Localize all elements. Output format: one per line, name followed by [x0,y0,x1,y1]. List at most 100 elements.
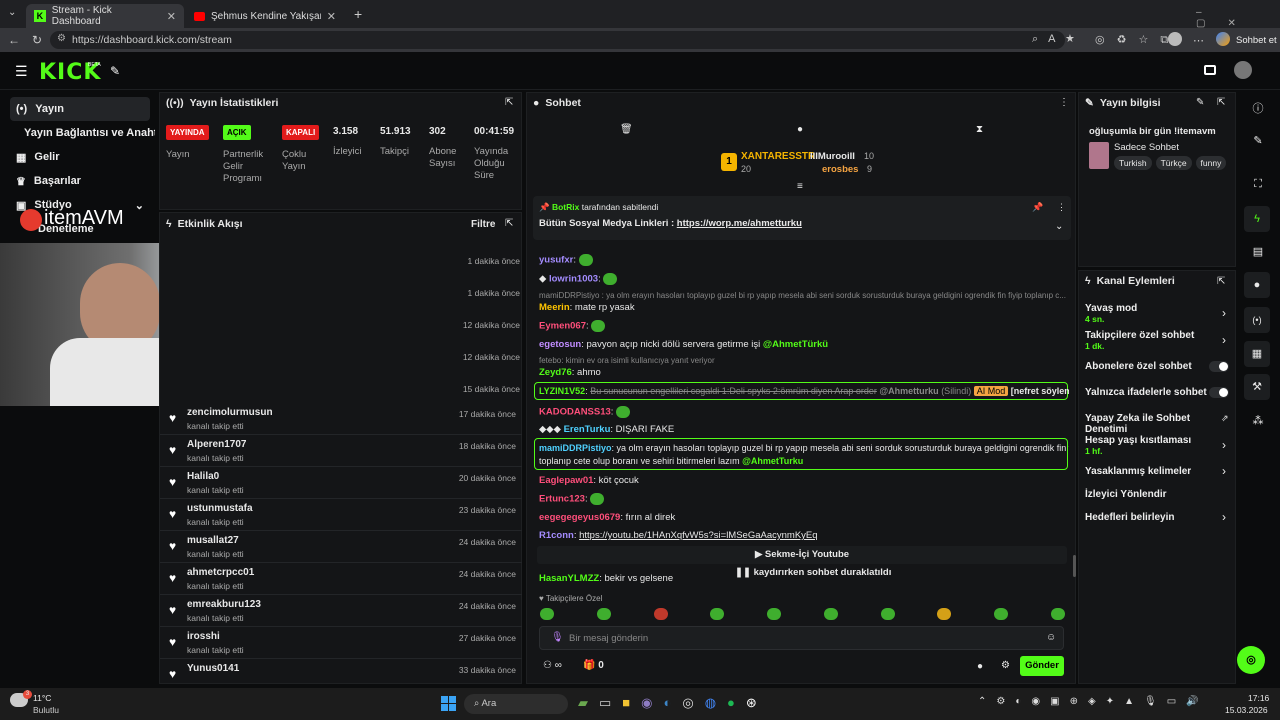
action-slow-mode[interactable]: Yavaş mod 4 sn. [1085,303,1230,324]
url-field[interactable]: https://dashboard.kick.com/stream [50,31,1065,49]
gear-icon[interactable]: ⚙ [1001,660,1010,671]
feed-rail-icon[interactable]: ▦ [1244,341,1270,367]
window-controls[interactable]: –▢✕ [1196,7,1280,29]
popout-icon[interactable]: ⇱ [505,97,513,108]
tab-kick-dashboard[interactable]: K Stream - Kick Dashboard ✕ [26,4,184,28]
pinned-link[interactable]: https://worp.me/ahmetturku [677,218,802,229]
chat-menu-icon[interactable]: ⋮ [1059,97,1069,108]
feed-user[interactable]: zencimolurmusun [187,407,273,418]
leader-third-name[interactable]: erosbes [822,164,858,175]
chat-paused-notice[interactable]: ❚❚ kaydırırken sohbet duraklatıldı [735,567,891,578]
chat-scrollbar[interactable] [1073,555,1076,577]
close-tab-icon[interactable]: ✕ [327,10,336,23]
back-icon[interactable]: ← [8,33,20,47]
gift-counter[interactable]: 🎁 0 [583,660,604,671]
tag[interactable]: Turkish [1114,156,1152,170]
action-ai-moderation[interactable]: Yapay Zeka ile Sohbet Denetimi [1085,413,1235,435]
emote-icon[interactable] [823,608,838,620]
chat-user[interactable]: Eaglepaw01 [539,475,593,486]
chat-mention[interactable]: @AhmetTurku [742,456,803,466]
tray-app-icon[interactable]: ⚙ [996,696,1005,707]
studio-icon[interactable] [1204,65,1216,75]
category-thumbnail[interactable] [1089,142,1109,169]
chat-user[interactable]: lowrin1003 [549,274,598,285]
weather-temp[interactable]: 11°C [33,693,51,703]
clock-time[interactable]: 17:16 [1248,693,1269,703]
emote-icon[interactable] [1050,608,1065,620]
filter-button[interactable]: Filtre [471,219,495,230]
trash-icon[interactable]: 🗑 [620,124,633,135]
chevron-right-icon[interactable]: › [1222,510,1226,524]
folder-icon[interactable]: ■ [622,695,630,711]
leader-second-name[interactable]: IlIMurooiII [810,151,855,162]
tray-chevron-icon[interactable]: ⌃ [978,696,986,707]
action-followers-only[interactable]: Takipçilere özel sohbet 1 dk. [1085,330,1230,351]
emote-icon[interactable] [710,608,725,620]
tray-app-icon[interactable]: ◈ [1088,696,1096,707]
pinned-by-user[interactable]: BotRix [552,202,579,212]
tab-list-icon[interactable]: ⌄ [8,7,16,18]
help-button-icon[interactable]: ◎ [1237,646,1265,674]
site-info-icon[interactable]: ⚙ [57,33,66,44]
popout-icon[interactable]: ⇱ [505,218,513,229]
chat-rail-icon[interactable]: ● [1244,272,1270,298]
hourglass-icon[interactable]: ⧗ [976,124,983,135]
feed-user[interactable]: musallat27 [187,535,239,546]
taskview-icon[interactable]: ▭ [599,695,611,711]
emote-icon[interactable] [880,608,895,620]
more-menu-icon[interactable]: ⋯ [1193,34,1204,47]
youtube-embed-button[interactable]: ▶ Sekme-İçi Youtube [537,546,1067,564]
windows-start-icon[interactable] [441,696,456,711]
tray-app-icon[interactable]: ✦ [1106,696,1114,707]
tag[interactable]: Türkçe [1155,156,1192,170]
feed-user[interactable]: Alperen1707 [187,439,246,450]
tray-app-icon[interactable]: ◐ [1015,696,1021,707]
chat-user[interactable]: Zeyd76 [539,367,572,378]
tools-icon[interactable]: ✎ [110,64,120,78]
unpin-icon[interactable]: 📌 [1032,202,1043,213]
popout-icon[interactable]: ⇱ [1217,97,1225,108]
action-account-age[interactable]: Hesap yaşı kısıtlaması 1 hf. [1085,435,1230,456]
chat-user[interactable]: Eymen067 [539,321,586,332]
feed-user[interactable]: irosshi [187,631,220,642]
tray-app-icon[interactable]: ▣ [1050,696,1059,707]
emote-icon[interactable] [994,608,1009,620]
pinned-menu-icon[interactable]: ⋮ [1057,202,1066,213]
chat-mention[interactable]: @AhmetTürkü [763,339,828,350]
new-tab-icon[interactable]: + [354,6,362,22]
edge-icon[interactable]: ◐ [664,695,672,711]
emotes-only-toggle[interactable] [1209,387,1229,398]
taskbar-search[interactable]: ⌕ Ara [464,694,568,714]
feed-user[interactable]: Halila0 [187,471,219,482]
chevron-right-icon[interactable]: › [1222,464,1226,478]
tray-app-icon[interactable]: ◉ [1031,696,1040,707]
feed-user[interactable]: ahmetcrpcc01 [187,567,254,578]
chat-icon[interactable]: ● [797,124,803,135]
send-button[interactable]: Gönder [1020,656,1064,676]
emote-icon[interactable] [540,608,554,620]
feed-user[interactable]: ustunmustafa [187,503,253,514]
emote-icon[interactable] [767,608,782,620]
info-icon[interactable]: ⓘ [1250,100,1266,116]
expand-pinned-icon[interactable]: ⌄ [1055,221,1063,232]
popout-icon[interactable]: ⇱ [1217,276,1225,287]
chat-user[interactable]: ErenTurku [564,424,611,435]
external-link-icon[interactable]: ⇗ [1221,413,1229,424]
tray-app-icon[interactable]: ▲ [1124,696,1134,707]
infinity-icon[interactable]: ⚇ ∞ [543,660,562,671]
collapse-icon[interactable]: ≡ [797,181,803,192]
action-banned-words[interactable]: Yasaklanmış kelimeler [1085,466,1230,477]
notes-icon[interactable]: ▤ [1250,245,1266,261]
chat-user[interactable]: R1conn [539,530,574,541]
volume-icon[interactable]: 🔊 [1186,696,1198,707]
chat-user[interactable]: eegegegeyus0679 [539,512,620,523]
reload-icon[interactable]: ↻ [32,33,42,47]
chat-user[interactable]: egetosun [539,339,581,350]
chat-user[interactable]: Meerin [539,302,570,313]
chat-user[interactable]: yusufxr [539,255,573,266]
chat-user[interactable]: mamiDDRPistiyo [539,443,612,453]
wrench-rail-icon[interactable]: ⚒ [1244,374,1270,400]
chat-link[interactable]: https://youtu.be/1HAnXqfvW5s?si=lMSeGaAa… [579,530,817,541]
sidebar-item-yayin[interactable]: (•) Yayın [10,97,150,121]
copilot-icon[interactable] [1216,32,1230,46]
